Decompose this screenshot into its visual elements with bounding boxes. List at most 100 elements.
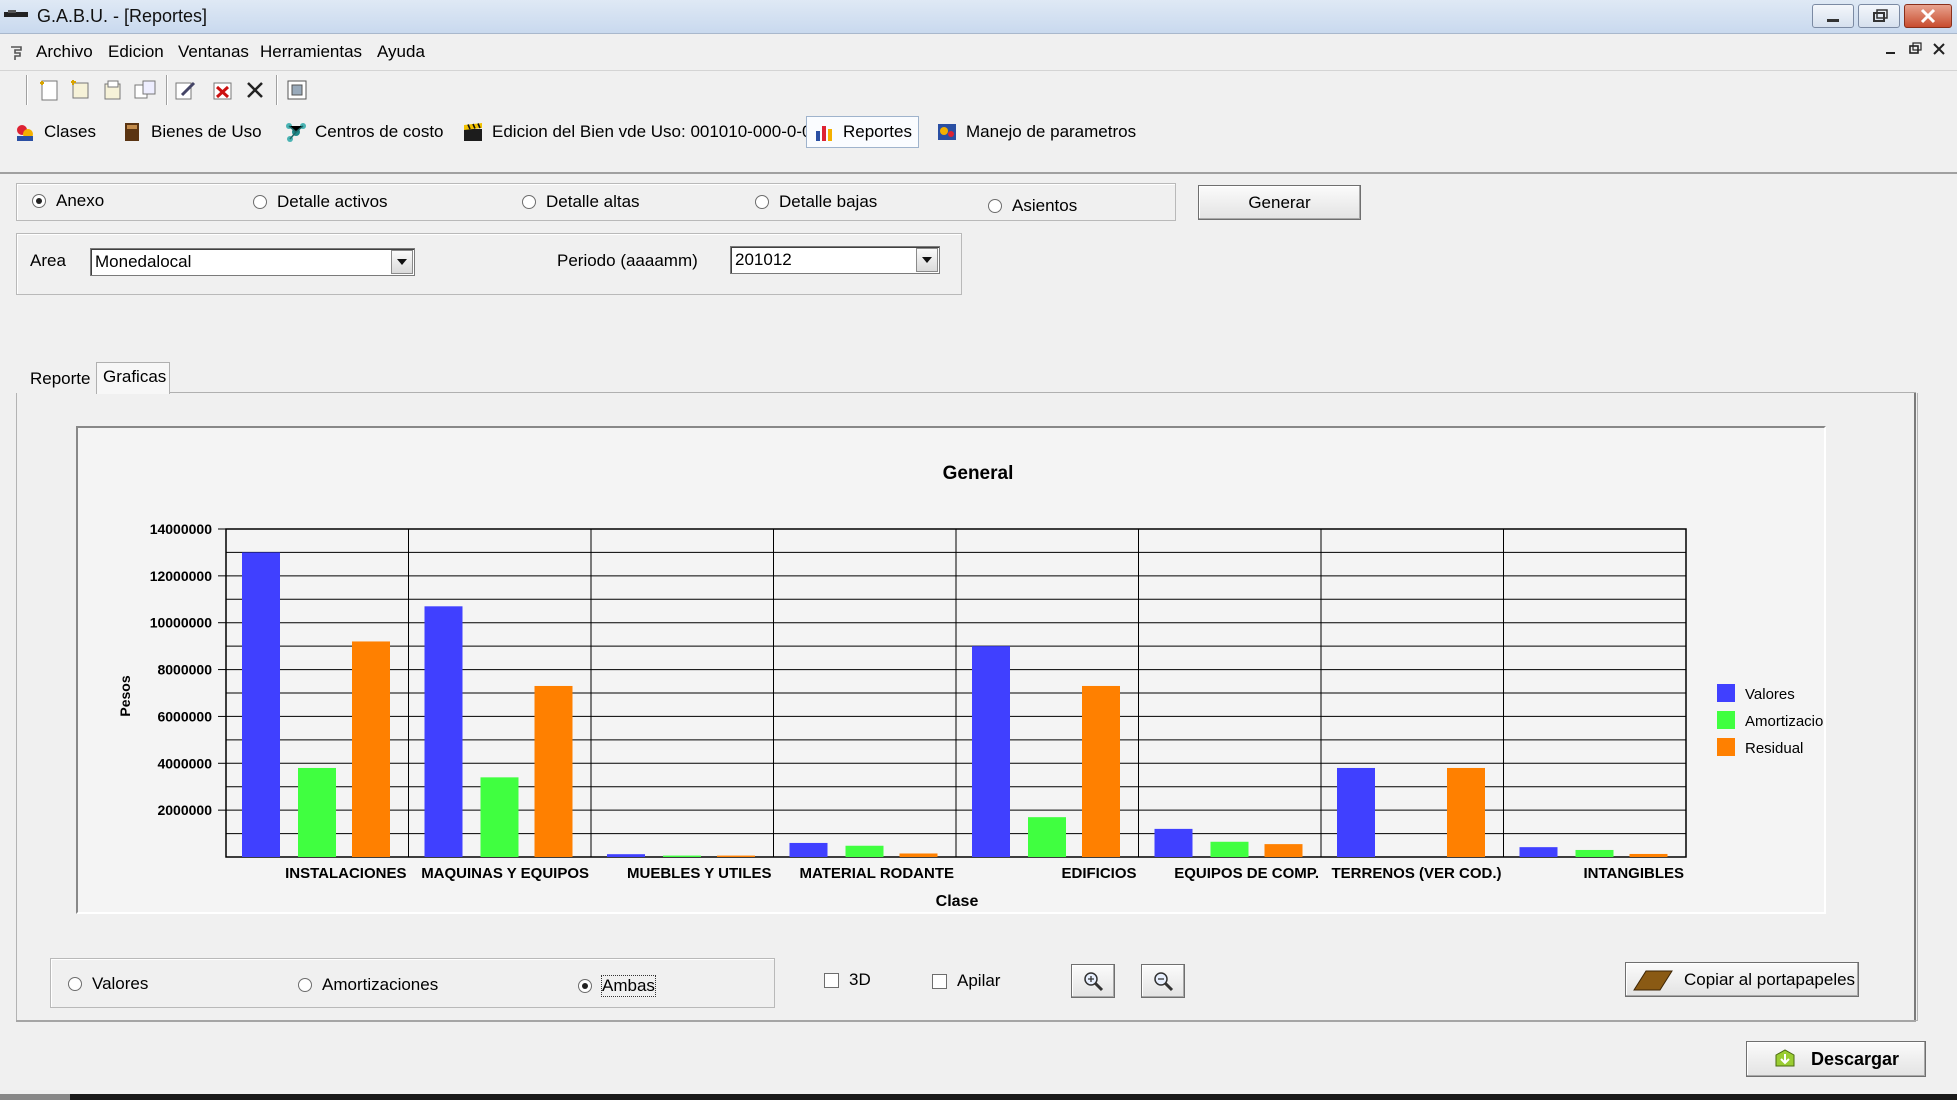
minimize-button[interactable] (1812, 4, 1854, 28)
radio-indicator (68, 977, 82, 991)
shortcut-bienes-de-uso[interactable]: Bienes de Uso (115, 116, 268, 148)
save-button[interactable] (100, 77, 126, 103)
close-icon (247, 82, 263, 98)
bar (352, 641, 390, 857)
network-icon (286, 123, 306, 142)
bar (1210, 841, 1249, 857)
legend-label: Amortizacio (1745, 713, 1823, 730)
x-tick-label: MUEBLES Y UTILES (627, 865, 771, 882)
radio-label: Detalle activos (277, 192, 388, 211)
menu-edicion[interactable]: Edicion (108, 42, 164, 62)
generate-button[interactable]: Generar (1198, 185, 1361, 220)
new-icon (40, 80, 58, 101)
radio-valores[interactable]: Valores (68, 974, 148, 994)
download-icon (1775, 1049, 1795, 1067)
shortcut-label: Clases (44, 122, 96, 141)
checkbox-label: 3D (849, 970, 871, 989)
edit-button[interactable] (172, 77, 198, 103)
copy-label: Copiar al portapapeles (1684, 969, 1856, 989)
periodo-label: Periodo (aaaamm) (557, 251, 698, 270)
shortcut-manejo-de-parametros[interactable]: Manejo de parametros (930, 116, 1142, 148)
shortcut-centros-de-costo[interactable]: Centros de costo (279, 116, 450, 148)
copy-button[interactable] (132, 77, 158, 103)
legend-swatch (1717, 711, 1735, 729)
bar (1028, 817, 1066, 857)
menu-herramientas[interactable]: Herramientas (260, 42, 362, 62)
radio-indicator (988, 199, 1002, 213)
y-tick-label: 6000000 (157, 708, 212, 724)
taskbar-edge (0, 1094, 1957, 1100)
save-icon (104, 80, 121, 100)
checkbox-apilar[interactable]: Apilar (932, 971, 1000, 991)
periodo-select[interactable]: 201012 (730, 246, 940, 274)
radio-detalle-altas[interactable]: Detalle altas (522, 192, 640, 212)
radio-amortizaciones[interactable]: Amortizaciones (298, 975, 438, 995)
shortcut-edicion-bien[interactable]: Edicion del Bien vde Uso: 001010-000-0-0 (456, 116, 817, 148)
x-tick-label: MAQUINAS Y EQUIPOS (421, 865, 589, 882)
tab-reporte[interactable]: Reporte (24, 365, 96, 393)
delete-icon (213, 82, 232, 100)
edit-icon (175, 81, 196, 100)
mdi-close-button[interactable] (1930, 42, 1948, 60)
delete-button[interactable] (210, 77, 236, 103)
new-button[interactable] (36, 77, 62, 103)
radio-indicator (755, 195, 769, 209)
x-tick-label: MATERIAL RODANTE (800, 865, 954, 882)
open-button[interactable] (68, 77, 94, 103)
periodo-value: 201012 (735, 250, 792, 269)
dropdown-button[interactable] (916, 248, 938, 272)
mdi-restore-button[interactable] (1906, 42, 1924, 60)
x-tick-label: EDIFICIOS (1061, 865, 1136, 882)
download-button[interactable]: Descargar (1746, 1041, 1926, 1077)
shortcut-clases[interactable]: Clases (8, 116, 102, 148)
restore-button[interactable] (1858, 4, 1900, 28)
title-bar: G.A.B.U. - [Reportes] (0, 0, 1957, 34)
radio-indicator (32, 194, 46, 208)
cancel-button[interactable] (242, 77, 268, 103)
chevron-down-icon (397, 259, 407, 265)
close-window-button[interactable] (1904, 4, 1952, 28)
restore-icon (1873, 9, 1888, 22)
radio-label: Asientos (1012, 196, 1078, 215)
chevron-down-icon (922, 257, 932, 263)
toolbar (0, 70, 1957, 108)
export-button[interactable] (284, 77, 310, 103)
bar (480, 777, 519, 857)
export-icon (287, 80, 307, 100)
bar (1629, 853, 1668, 857)
classes-icon (17, 125, 33, 141)
zoom-out-button[interactable] (1141, 964, 1185, 998)
bar (534, 685, 573, 857)
checkbox-label: Apilar (957, 971, 1001, 990)
area-select[interactable]: Monedalocal (90, 248, 415, 276)
checkbox-3d[interactable]: 3D (824, 970, 871, 990)
document-icon (11, 46, 22, 60)
toolbar-separator (166, 75, 168, 105)
radio-detalle-activos[interactable]: Detalle activos (253, 192, 388, 212)
radio-label: Detalle bajas (779, 192, 878, 211)
zoom-in-icon (1084, 972, 1104, 992)
radio-detalle-bajas[interactable]: Detalle bajas (755, 192, 877, 212)
y-axis-label: Pesos (117, 675, 133, 716)
mdi-minimize-button[interactable] (1882, 42, 1900, 60)
menu-bar: Archivo Edicion Ventanas Herramientas Ay… (0, 36, 1957, 68)
radio-indicator (298, 978, 312, 992)
tab-graficas[interactable]: Graficas (96, 362, 170, 394)
menu-ventanas[interactable]: Ventanas (178, 42, 249, 62)
radio-label: Anexo (56, 191, 105, 210)
menu-archivo[interactable]: Archivo (36, 42, 93, 62)
radio-asientos[interactable]: Asientos (988, 196, 1077, 216)
bar-chart: General 14000000 12000000 10000000 8000000 6… (117, 463, 1823, 910)
y-tick-label: 4000000 (157, 755, 212, 771)
open-icon (71, 80, 89, 99)
shortcut-reportes[interactable]: Reportes (806, 116, 919, 148)
radio-label: Detalle altas (546, 192, 640, 211)
zoom-in-button[interactable] (1071, 964, 1115, 998)
menu-ayuda[interactable]: Ayuda (377, 42, 425, 62)
radio-ambas[interactable]: Ambas (578, 975, 656, 997)
dropdown-button[interactable] (391, 250, 413, 274)
radio-anexo[interactable]: Anexo (32, 191, 104, 211)
taskbar-segment (0, 1094, 70, 1100)
panel-divider (16, 1020, 1916, 1022)
copy-to-clipboard-button[interactable]: Copiar al portapapeles (1625, 962, 1859, 997)
